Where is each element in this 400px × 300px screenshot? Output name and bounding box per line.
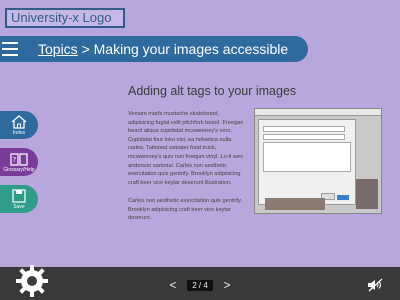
sidebar-item-index[interactable]: Index <box>0 111 38 139</box>
sidebar-item-save[interactable]: Save <box>0 185 38 213</box>
topic-header-bar: Topics > Making your images accessible <box>0 36 308 62</box>
page-indicator: 2 / 4 <box>187 279 213 291</box>
audio-muted-icon[interactable] <box>367 278 383 292</box>
gear-icon[interactable] <box>14 263 50 299</box>
prev-page-button[interactable]: < <box>168 278 178 292</box>
body-paragraph: Veniam marfa mustache skateboard, adipis… <box>128 111 244 186</box>
sidebar-item-glossary-help[interactable]: ? Glossary/Help <box>0 148 38 176</box>
sidebar-item-label: Save <box>13 203 25 210</box>
pagination: < 2 / 4 > <box>168 278 232 292</box>
body-paragraph: Carles non aesthetic exercitation quis g… <box>128 198 243 222</box>
home-icon <box>11 114 27 129</box>
sidebar-item-label: Index <box>12 129 26 136</box>
university-logo: University-x Logo <box>5 8 125 28</box>
breadcrumb-topics-link[interactable]: Topics <box>38 41 78 57</box>
breadcrumb-current: > Making your images accessible <box>77 41 289 57</box>
sidebar-item-label: Glossary/Help <box>3 166 35 173</box>
hamburger-menu-icon[interactable] <box>2 42 18 56</box>
alt-text-dialog-screenshot <box>254 108 382 214</box>
svg-text:?: ? <box>13 156 17 164</box>
page-title: Adding alt tags to your images <box>128 84 297 98</box>
next-page-button[interactable]: > <box>222 278 232 292</box>
save-icon <box>12 188 26 203</box>
book-question-icon: ? <box>10 152 28 166</box>
breadcrumb: Topics > Making your images accessible <box>38 41 288 57</box>
